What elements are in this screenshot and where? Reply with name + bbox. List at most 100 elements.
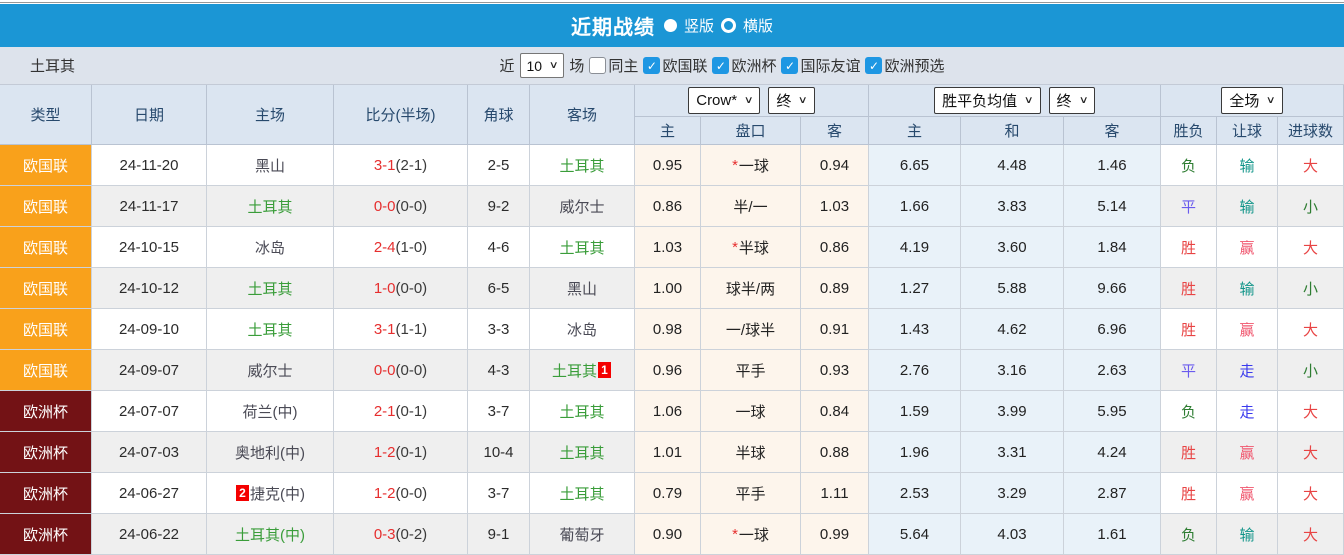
score-cell: 1-2 (0-1)	[334, 432, 468, 473]
home-odds-cell: 1.03	[635, 227, 701, 268]
check-icon: ✓	[646, 58, 657, 73]
away-team-link[interactable]: 土耳其	[559, 442, 604, 463]
halftime-score: (0-0)	[395, 484, 428, 502]
avg-state-select[interactable]: 终 ∨	[1048, 87, 1095, 114]
col-header-date: 日期	[92, 85, 207, 145]
handicap-text: 球半/两	[725, 280, 776, 298]
filter-option-label[interactable]: 欧洲预选	[884, 55, 944, 76]
chevron-down-icon: ∨	[548, 59, 559, 71]
recent-label: 近	[499, 58, 515, 75]
home-team-link[interactable]: 土耳其	[247, 319, 292, 340]
filter-option-nations-league[interactable]: ✓ 欧国联	[643, 55, 707, 76]
date-cell: 24-06-22	[92, 514, 207, 555]
avg-source-select[interactable]: 胜平负均值 ∨	[934, 87, 1041, 114]
filter-option-same-venue[interactable]: 同主	[589, 55, 638, 76]
outcome-cell: 平	[1161, 350, 1217, 391]
away-team-cell: 土耳其	[530, 391, 635, 432]
away-team-link[interactable]: 土耳其	[559, 237, 604, 258]
horizontal-layout-option[interactable]: 横版	[743, 15, 773, 36]
top-divider	[0, 0, 1344, 4]
checkbox-checked-icon[interactable]: ✓	[643, 57, 661, 74]
avg-home-cell: 5.64	[869, 514, 961, 555]
avg-away-cell: 9.66	[1064, 268, 1161, 309]
corners-cell: 9-1	[468, 514, 530, 555]
team-name-label: 土耳其	[30, 58, 76, 75]
outcome-cell: 胜	[1161, 227, 1217, 268]
away-odds-cell: 1.11	[801, 473, 869, 514]
filter-option-label[interactable]: 同主	[608, 55, 638, 76]
away-team-link[interactable]: 土耳其	[559, 401, 604, 422]
halftime-score: (0-0)	[395, 197, 428, 215]
date-cell: 24-10-15	[92, 227, 207, 268]
away-team-link[interactable]: 威尔士	[559, 196, 604, 217]
away-team-link[interactable]: 葡萄牙	[559, 524, 604, 545]
radio-selected-icon[interactable]	[663, 19, 677, 32]
away-team-link[interactable]: 土耳其	[552, 360, 597, 381]
avg-draw-cell: 4.03	[961, 514, 1064, 555]
recent-count-select[interactable]: 10 ∨	[519, 53, 565, 78]
vertical-layout-option[interactable]: 竖版	[684, 15, 714, 36]
home-team-link[interactable]: 冰岛	[255, 237, 285, 258]
home-team-link[interactable]: 土耳其(中)	[235, 524, 305, 545]
filter-option-euro-cup[interactable]: ✓ 欧洲杯	[712, 55, 776, 76]
avg-home-cell: 1.96	[869, 432, 961, 473]
results-table: 类型 日期 主场 比分(半场) 角球 客场 Crow* ∨ 终 ∨ 胜平负均值 …	[0, 85, 1344, 555]
check-icon: ✓	[715, 58, 726, 73]
filter-option-friendly[interactable]: ✓ 国际友谊	[781, 55, 860, 76]
sub-header-odds-away: 客	[801, 117, 869, 145]
sub-header-odds-home: 主	[635, 117, 701, 145]
result-scope-select[interactable]: 全场 ∨	[1221, 87, 1283, 114]
halftime-score: (0-1)	[395, 443, 428, 461]
checkbox-checked-icon[interactable]: ✓	[712, 57, 730, 74]
filter-option-label[interactable]: 欧洲杯	[731, 55, 776, 76]
outcome-cell: 胜	[1161, 309, 1217, 350]
handicap-outcome-cell: 走	[1217, 391, 1278, 432]
score-cell: 1-2 (0-0)	[334, 473, 468, 514]
red-card-badge: 1	[598, 362, 611, 378]
checkbox-checked-icon[interactable]: ✓	[865, 57, 883, 74]
avg-home-cell: 4.19	[869, 227, 961, 268]
home-team-link[interactable]: 荷兰(中)	[243, 401, 298, 422]
halftime-score: (0-0)	[395, 361, 428, 379]
home-team-link[interactable]: 土耳其	[247, 196, 292, 217]
home-team-link[interactable]: 捷克(中)	[250, 483, 305, 504]
away-team-link[interactable]: 冰岛	[567, 319, 597, 340]
away-team-link[interactable]: 土耳其	[559, 483, 604, 504]
date-cell: 24-09-10	[92, 309, 207, 350]
home-team-cell: 冰岛	[207, 227, 334, 268]
home-team-link[interactable]: 黑山	[255, 155, 285, 176]
title-bar: 近期战绩 竖版 横版	[0, 4, 1344, 47]
handicap-cell: 平手	[701, 350, 801, 391]
handicap-star: *	[732, 156, 738, 174]
sub-header-outcome: 胜负	[1161, 117, 1217, 145]
score-cell: 0-0 (0-0)	[334, 186, 468, 227]
away-team-link[interactable]: 土耳其	[559, 155, 604, 176]
home-team-link[interactable]: 土耳其	[247, 278, 292, 299]
home-team-link[interactable]: 威尔士	[247, 360, 292, 381]
radio-unselected-icon[interactable]	[721, 18, 736, 33]
away-team-link[interactable]: 黑山	[567, 278, 597, 299]
checkbox-unchecked-icon[interactable]	[589, 57, 607, 74]
corners-cell: 10-4	[468, 432, 530, 473]
away-odds-cell: 0.84	[801, 391, 869, 432]
outcome-cell: 胜	[1161, 432, 1217, 473]
odds-source-select[interactable]: Crow* ∨	[688, 87, 761, 114]
home-odds-cell: 0.90	[635, 514, 701, 555]
home-odds-cell: 0.95	[635, 145, 701, 186]
competition-cell: 欧国联	[0, 350, 92, 391]
home-team-link[interactable]: 奥地利(中)	[235, 442, 305, 463]
checkbox-checked-icon[interactable]: ✓	[781, 57, 799, 74]
handicap-cell: 平手	[701, 473, 801, 514]
fulltime-score: 2-1	[373, 402, 396, 420]
avg-draw-cell: 3.16	[961, 350, 1064, 391]
avg-state-value: 终	[1056, 93, 1072, 110]
filter-option-label[interactable]: 国际友谊	[800, 55, 860, 76]
odds-state-select[interactable]: 终 ∨	[768, 87, 815, 114]
date-cell: 24-07-07	[92, 391, 207, 432]
handicap-star: *	[732, 525, 738, 543]
sub-header-avg-home: 主	[869, 117, 961, 145]
filter-controls: 近 10 ∨ 场 同主 ✓ 欧国联 ✓ 欧洲杯 ✓ 国际友谊 ✓ 欧洲预选	[499, 53, 945, 78]
competition-cell: 欧国联	[0, 145, 92, 186]
filter-option-euro-qualifier[interactable]: ✓ 欧洲预选	[865, 55, 945, 76]
filter-option-label[interactable]: 欧国联	[662, 55, 707, 76]
